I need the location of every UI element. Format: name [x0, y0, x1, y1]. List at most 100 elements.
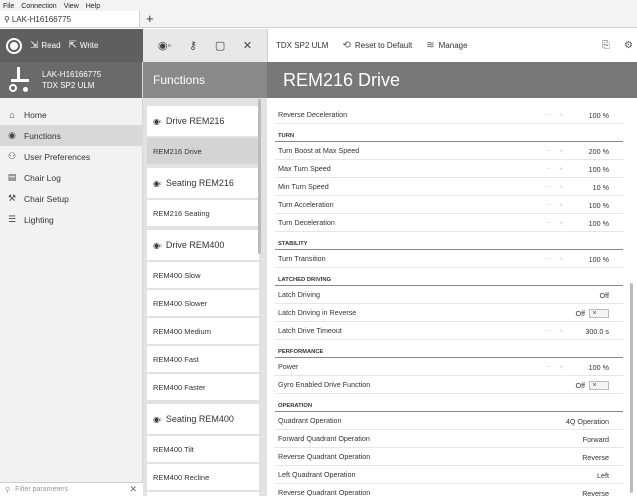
- sidebar-item-functions[interactable]: ◉ Functions: [0, 125, 142, 146]
- decrement-button[interactable]: −: [547, 184, 551, 191]
- status-icon[interactable]: [6, 37, 22, 54]
- decrement-button[interactable]: −: [547, 166, 551, 173]
- parameter-stepper[interactable]: − +: [547, 160, 563, 178]
- parameter-row[interactable]: Turn Boost at Max Speed − +200 %: [275, 142, 623, 160]
- parameter-row[interactable]: Left Quadrant Operation Left: [275, 466, 623, 484]
- parameter-stepper[interactable]: − +: [547, 358, 563, 376]
- menu-help[interactable]: Help: [86, 3, 100, 10]
- function-group[interactable]: ◉◦ Drive REM216: [147, 106, 259, 136]
- increment-button[interactable]: +: [559, 256, 563, 263]
- parameter-row[interactable]: Latch Driving in Reverse Off ×: [275, 304, 623, 322]
- decrement-button[interactable]: −: [547, 364, 551, 371]
- parameter-row[interactable]: Max Turn Speed − +100 %: [275, 160, 623, 178]
- decrement-button[interactable]: −: [547, 112, 551, 119]
- add-tab-button[interactable]: +: [140, 11, 154, 27]
- parameter-row[interactable]: Reverse Quadrant Operation Reverse: [275, 484, 623, 496]
- read-button[interactable]: ⇲ Read: [30, 40, 61, 51]
- write-button[interactable]: ⇱ Write: [69, 40, 99, 51]
- decrement-button[interactable]: −: [547, 202, 551, 209]
- parameter-value[interactable]: Forward: [583, 430, 609, 448]
- parameter-row[interactable]: Forward Quadrant Operation Forward: [275, 430, 623, 448]
- parameter-value[interactable]: Off: [600, 286, 609, 304]
- increment-button[interactable]: +: [559, 328, 563, 335]
- increment-button[interactable]: +: [559, 184, 563, 191]
- parameter-row[interactable]: Turn Transition − +100 %: [275, 250, 623, 268]
- parameter-value[interactable]: 100 %: [589, 358, 609, 376]
- function-item[interactable]: REM400 Slow: [147, 262, 259, 288]
- connect-icon[interactable]: ◉◦: [158, 39, 172, 52]
- parameter-stepper[interactable]: − +: [547, 178, 563, 196]
- increment-button[interactable]: +: [559, 112, 563, 119]
- parameter-row[interactable]: Turn Deceleration − +100 %: [275, 214, 623, 232]
- parameter-value[interactable]: 100 %: [589, 250, 609, 268]
- function-item[interactable]: REM400 Recline: [147, 464, 259, 490]
- increment-button[interactable]: +: [559, 202, 563, 209]
- parameter-row[interactable]: Turn Acceleration − +100 %: [275, 196, 623, 214]
- export-icon[interactable]: ⎘: [602, 40, 610, 51]
- parameter-value[interactable]: Reverse: [582, 484, 609, 496]
- parameter-value[interactable]: Reverse: [582, 448, 609, 466]
- window-icon[interactable]: ▢: [215, 39, 225, 52]
- parameter-row[interactable]: Reverse Deceleration − +100 %: [275, 106, 623, 124]
- sidebar-item-user-preferences[interactable]: ⚇ User Preferences: [0, 146, 142, 167]
- parameter-row[interactable]: Reverse Quadrant Operation Reverse: [275, 448, 623, 466]
- parameter-row[interactable]: Latch Driving Off: [275, 286, 623, 304]
- increment-button[interactable]: +: [559, 364, 563, 371]
- toggle-switch[interactable]: ×: [589, 380, 609, 390]
- parameter-value[interactable]: Left: [597, 466, 609, 484]
- sidebar-item-home[interactable]: ⌂ Home: [0, 104, 142, 125]
- increment-button[interactable]: +: [559, 166, 563, 173]
- function-item[interactable]: REM400 LH Leg: [147, 492, 259, 496]
- parameter-row[interactable]: Latch Drive Timeout − +300.0 s: [275, 322, 623, 340]
- parameter-value[interactable]: 300.0 s: [585, 322, 609, 340]
- clear-search-icon[interactable]: ✕: [129, 484, 137, 495]
- parameter-stepper[interactable]: − +: [547, 322, 563, 340]
- close-icon[interactable]: ✕: [243, 39, 252, 52]
- function-item[interactable]: REM216 Drive: [147, 138, 259, 164]
- reset-button[interactable]: ⟲ Reset to Default: [342, 40, 412, 51]
- function-item[interactable]: REM400 Faster: [147, 374, 259, 400]
- parameter-row[interactable]: Power − +100 %: [275, 358, 623, 376]
- parameter-row[interactable]: Min Turn Speed − +10 %: [275, 178, 623, 196]
- key-icon[interactable]: ⚷: [189, 39, 197, 52]
- parameter-value[interactable]: 100 %: [589, 106, 609, 124]
- parameter-value[interactable]: Off ×: [576, 304, 609, 322]
- parameter-value[interactable]: 200 %: [589, 142, 609, 160]
- function-group[interactable]: ◉◦ Seating REM216: [147, 168, 259, 198]
- menu-connection[interactable]: Connection: [21, 3, 56, 10]
- tab-device[interactable]: ⚲ LAK-H16166775: [0, 11, 140, 27]
- sidebar-item-lighting[interactable]: ☰ Lighting: [0, 209, 142, 230]
- function-item[interactable]: REM400 Medium: [147, 318, 259, 344]
- parameter-value[interactable]: 100 %: [589, 214, 609, 232]
- parameter-stepper[interactable]: − +: [547, 250, 563, 268]
- parameter-stepper[interactable]: − +: [547, 214, 563, 232]
- parameter-value[interactable]: 4Q Operation: [566, 412, 609, 430]
- panel-scrollbar[interactable]: [630, 283, 633, 493]
- decrement-button[interactable]: −: [547, 148, 551, 155]
- function-group[interactable]: ◉◦ Seating REM400: [147, 404, 259, 434]
- search-input[interactable]: Filter parameters: [15, 486, 68, 493]
- parameter-row[interactable]: Quadrant Operation 4Q Operation: [275, 412, 623, 430]
- decrement-button[interactable]: −: [547, 256, 551, 263]
- decrement-button[interactable]: −: [547, 328, 551, 335]
- settings-icon[interactable]: ⚙: [624, 40, 633, 51]
- functions-scrollbar[interactable]: [258, 99, 261, 254]
- filter-box[interactable]: ⚲ Filter parameters ✕: [0, 482, 143, 496]
- function-item[interactable]: REM400 Slower: [147, 290, 259, 316]
- function-item[interactable]: REM400 Tilt: [147, 436, 259, 462]
- parameter-stepper[interactable]: − +: [547, 196, 563, 214]
- function-item[interactable]: REM400 Fast: [147, 346, 259, 372]
- parameter-value[interactable]: 10 %: [593, 178, 609, 196]
- menu-view[interactable]: View: [64, 3, 79, 10]
- decrement-button[interactable]: −: [547, 220, 551, 227]
- toggle-switch[interactable]: ×: [589, 308, 609, 318]
- increment-button[interactable]: +: [559, 148, 563, 155]
- function-group[interactable]: ◉◦ Drive REM400: [147, 230, 259, 260]
- parameter-row[interactable]: Gyro Enabled Drive Function Off ×: [275, 376, 623, 394]
- parameter-value[interactable]: 100 %: [589, 160, 609, 178]
- parameter-value[interactable]: 100 %: [589, 196, 609, 214]
- sidebar-item-chair-log[interactable]: ▤ Chair Log: [0, 167, 142, 188]
- increment-button[interactable]: +: [559, 220, 563, 227]
- parameter-stepper[interactable]: − +: [547, 106, 563, 124]
- menu-file[interactable]: File: [3, 3, 14, 10]
